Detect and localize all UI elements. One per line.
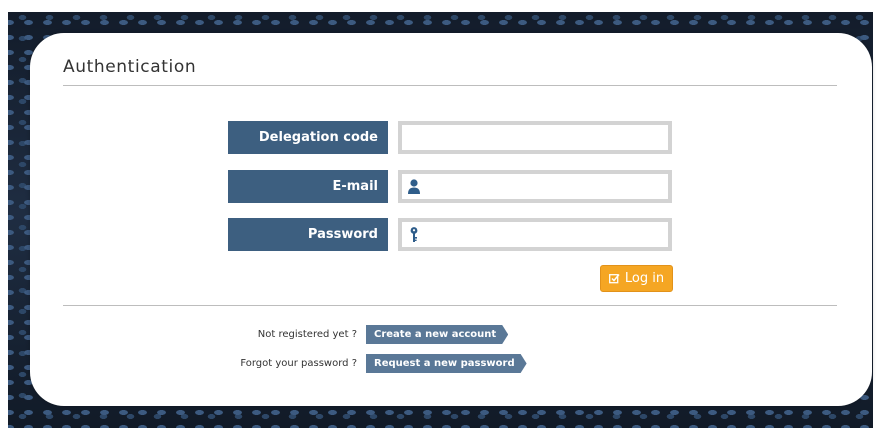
form-divider [63,305,837,306]
not-registered-text: Not registered yet ? [257,329,357,340]
delegation-code-input[interactable] [398,121,672,154]
delegation-code-label: Delegation code [228,121,388,154]
email-input[interactable] [398,170,672,203]
login-button[interactable]: Log in [600,265,673,292]
email-label: E-mail [228,170,388,203]
email-row: E-mail [228,170,674,203]
top-white-band [0,0,879,12]
forgot-password-text: Forgot your password ? [240,358,357,369]
create-account-button[interactable]: Create a new account [366,325,508,344]
request-password-button[interactable]: Request a new password [366,354,527,373]
authentication-card: Authentication Delegation code E-mail Pa… [30,33,872,406]
delegation-code-row: Delegation code [228,121,674,154]
key-icon [406,226,422,243]
password-input[interactable] [398,218,672,251]
right-white-band [873,0,879,428]
checkbox-edit-icon [608,273,620,284]
login-button-label: Log in [624,271,665,286]
password-row: Password [228,218,674,251]
title-divider [63,85,837,86]
page-title: Authentication [63,57,197,77]
left-white-band [0,0,8,428]
user-icon [406,178,422,195]
password-label: Password [228,218,388,251]
